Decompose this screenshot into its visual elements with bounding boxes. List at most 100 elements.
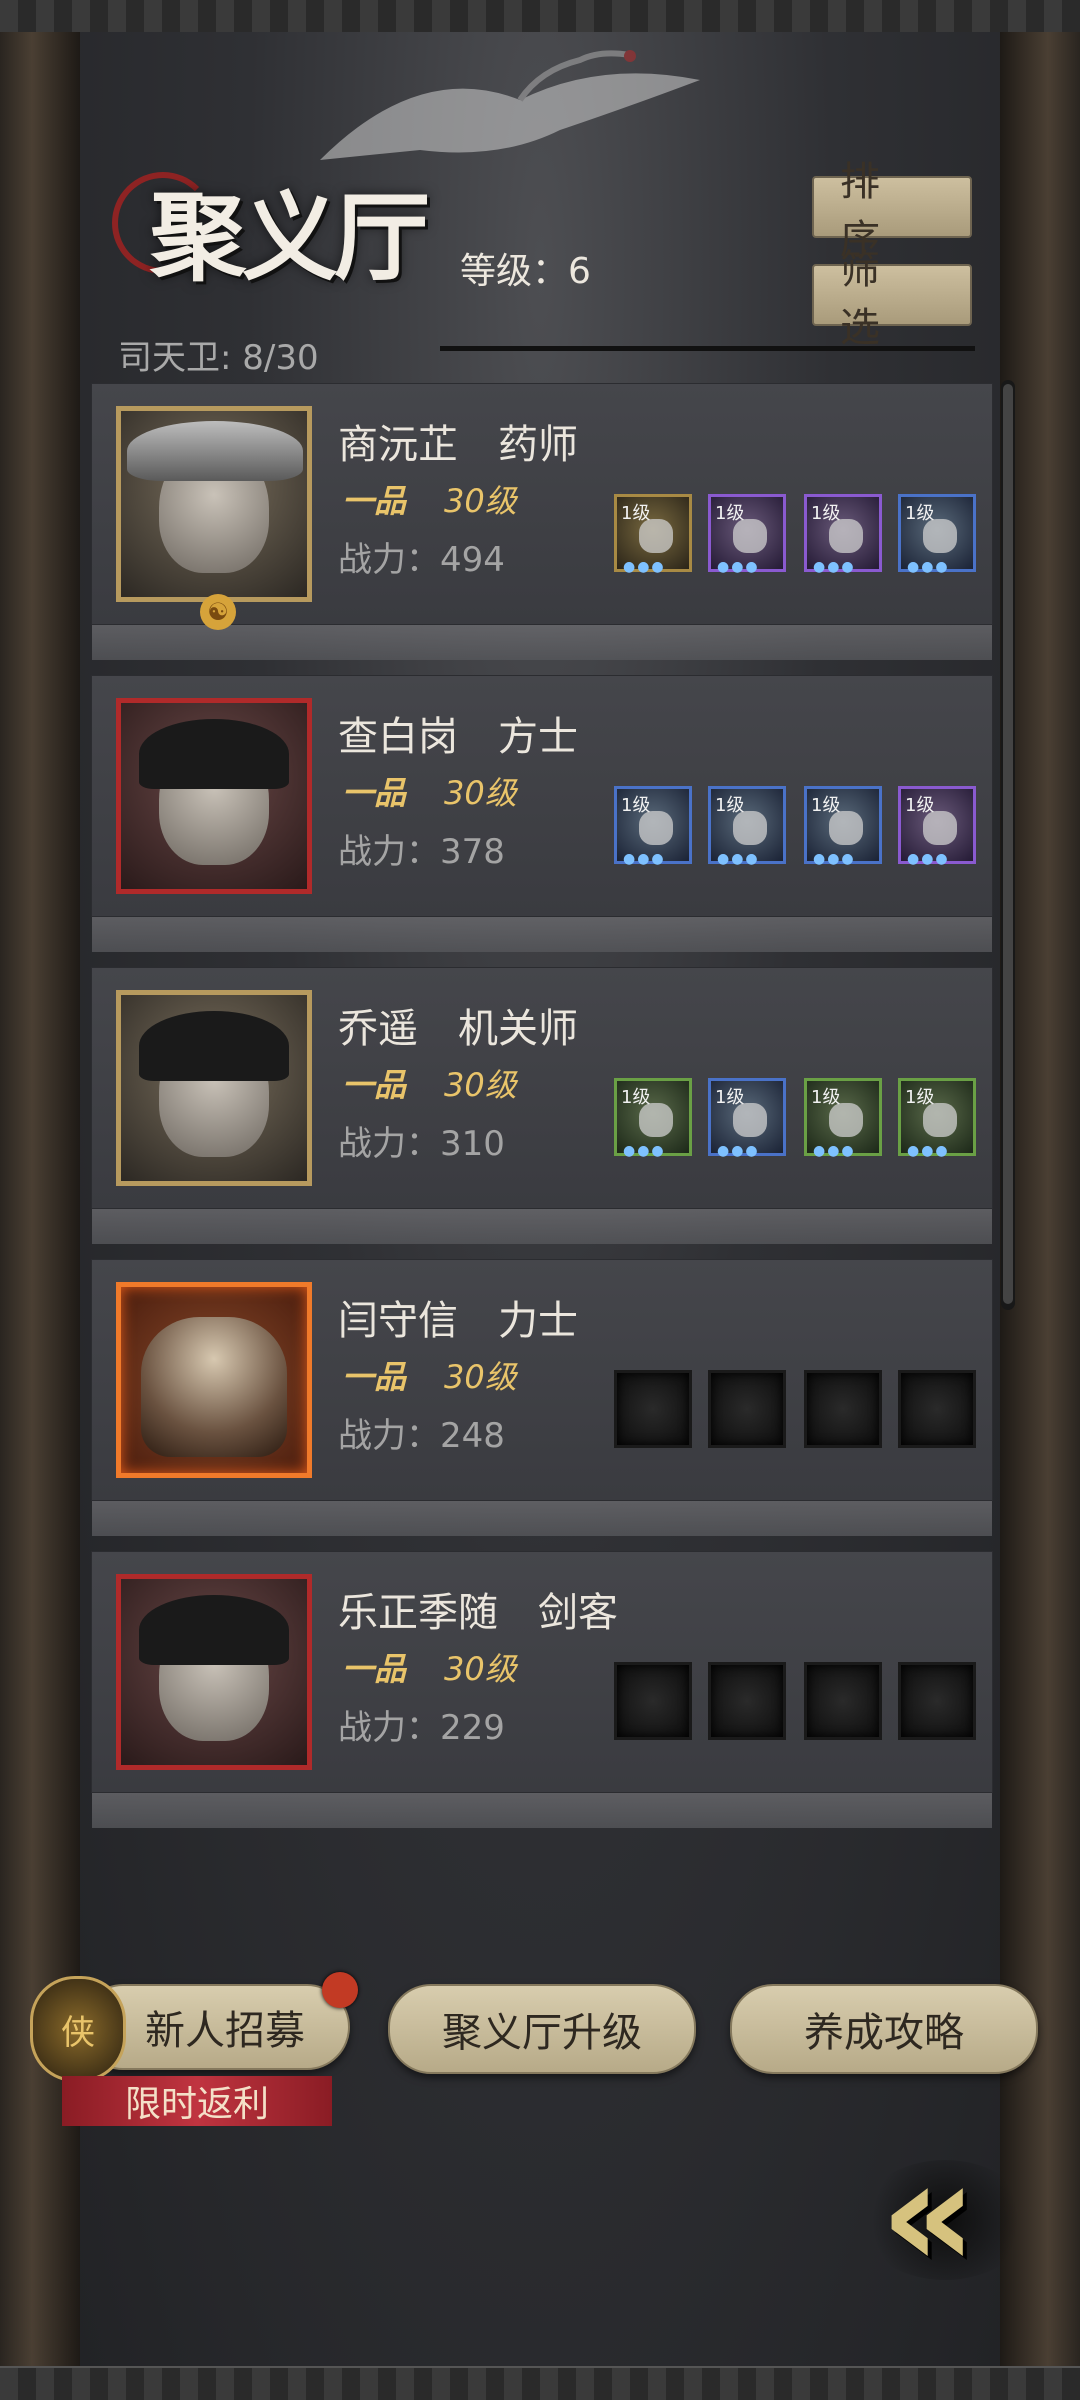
notification-dot: [322, 1972, 358, 2008]
filter-button[interactable]: 筛选: [812, 247, 972, 351]
empty-equipment-slot[interactable]: [614, 1370, 692, 1448]
hero-rank: 一品: [342, 1650, 407, 1688]
equipment-slot[interactable]: 1级 ●●●: [804, 1078, 882, 1159]
hero-level: 30级: [444, 774, 517, 812]
coin-necklace-icon: [923, 1103, 957, 1137]
equipment-slot[interactable]: 1级 ●●●: [898, 494, 976, 575]
fang-icon: [923, 811, 957, 845]
equipment-slot[interactable]: 1级 ●●●: [898, 1078, 976, 1159]
gem-dots-icon: ●●●: [717, 851, 760, 867]
header-divider: [440, 346, 975, 351]
coin-necklace-icon: [829, 1103, 863, 1137]
hero-name: 乐正季随 剑客: [338, 1590, 618, 1636]
scrollbar-thumb[interactable]: [1003, 384, 1013, 1304]
empty-equipment-slot[interactable]: [898, 1662, 976, 1740]
gem-dots-icon: ●●●: [623, 1143, 666, 1159]
blade-icon: [639, 811, 673, 845]
hero-level: 30级: [444, 482, 517, 520]
hair-figure: [139, 1595, 289, 1665]
hero-rank: 一品: [342, 774, 407, 812]
hero-power: 战力：229: [338, 1708, 505, 1748]
hero-card-mechanist[interactable]: 乔遥 机关师 一品 30级 战力：310 1级 ●●● 1级 ●●● 1级 ●●● 1级 ●●●: [92, 968, 992, 1208]
training-guide-button[interactable]: 养成攻略: [730, 1984, 1038, 2074]
gem-dots-icon: ●●●: [907, 559, 950, 575]
hero-portrait[interactable]: [116, 1282, 312, 1478]
hall-upgrade-button[interactable]: 聚义厅升级: [388, 1984, 696, 2074]
crossbow-icon: [639, 1103, 673, 1137]
gem-dots-icon: ●●●: [813, 851, 856, 867]
compass-icon: [829, 811, 863, 845]
card-separator: [92, 1792, 992, 1828]
element-badge-icon: ☯: [200, 594, 236, 630]
gem-dots-icon: ●●●: [717, 559, 760, 575]
equipment-slot[interactable]: 1级 ●●●: [614, 1078, 692, 1159]
hero-rank: 一品: [342, 1358, 407, 1396]
guard-count: 司天卫: 8/30: [118, 338, 319, 378]
empty-equipment-slot[interactable]: [898, 1370, 976, 1448]
empty-equipment-slot[interactable]: [804, 1662, 882, 1740]
equipment-slot[interactable]: 1级 ●●●: [614, 786, 692, 867]
hero-name: 闫守信 力士: [338, 1298, 578, 1344]
robe-icon: [733, 519, 767, 553]
hero-level: 30级: [444, 1650, 517, 1688]
equipment-slot[interactable]: 1级 ●●●: [804, 786, 882, 867]
hero-level: 30级: [444, 1066, 517, 1104]
armor-figure: [141, 1317, 287, 1457]
hero-card-strongman[interactable]: 闫守信 力士一品 30级战力：248: [92, 1260, 992, 1500]
bottom-frame: [0, 2366, 1080, 2400]
gem-dots-icon: ●●●: [907, 1143, 950, 1159]
hero-power: 战力：494: [338, 540, 505, 580]
equipment-slot[interactable]: 1级 ●●●: [898, 786, 976, 867]
sort-button[interactable]: 排序: [812, 159, 972, 263]
gem-dots-icon: ●●●: [717, 1143, 760, 1159]
hair-figure: [127, 421, 303, 481]
hero-power: 战力：248: [338, 1416, 505, 1456]
pouch-icon: [923, 519, 957, 553]
hero-portrait[interactable]: [116, 698, 312, 894]
gourd-icon: [639, 519, 673, 553]
equipment-slot[interactable]: 1级 ●●●: [708, 786, 786, 867]
limited-rebate-banner[interactable]: 限时返利: [62, 2076, 332, 2126]
hair-figure: [139, 719, 289, 789]
hero-rank: 一品: [342, 482, 407, 520]
gauntlet-icon: [829, 519, 863, 553]
hero-card-alchemist[interactable]: 查白岗 方士 一品 30级 战力：378 1级 ●●● 1级 ●●● 1级 ●●● 1级 ●●●: [92, 676, 992, 916]
armor-icon: [733, 811, 767, 845]
empty-equipment-slot[interactable]: [708, 1370, 786, 1448]
hero-name: 商沅芷 药师: [338, 422, 578, 468]
gem-dots-icon: ●●●: [907, 851, 950, 867]
gem-dots-icon: ●●●: [623, 559, 666, 575]
recruit-hero-icon[interactable]: 侠: [30, 1976, 126, 2082]
card-separator: [92, 1500, 992, 1536]
empty-equipment-slot[interactable]: [804, 1370, 882, 1448]
gem-dots-icon: ●●●: [813, 559, 856, 575]
card-separator: [92, 1208, 992, 1244]
hero-card-herbalist[interactable]: ☯ 商沅芷 药师 一品 30级 战力：494 1级 ●●● 1级 ●●● 1级 ●●● 1级 ●●●: [92, 384, 992, 630]
empty-equipment-slot[interactable]: [708, 1662, 786, 1740]
gem-dots-icon: ●●●: [623, 851, 666, 867]
page-title: 聚义厅: [150, 181, 430, 294]
equipment-slot[interactable]: 1级 ●●●: [614, 494, 692, 575]
hero-level: 30级: [444, 1358, 517, 1396]
equipment-slot[interactable]: 1级 ●●●: [804, 494, 882, 575]
hero-portrait[interactable]: [116, 1574, 312, 1770]
gem-dots-icon: ●●●: [813, 1143, 856, 1159]
double-chevron-left-icon[interactable]: «: [880, 2140, 1030, 2290]
equipment-slot[interactable]: 1级 ●●●: [708, 494, 786, 575]
empty-equipment-slot[interactable]: [614, 1662, 692, 1740]
hair-figure: [139, 1011, 289, 1081]
card-separator: [92, 624, 992, 660]
card-separator: [92, 916, 992, 952]
top-frame: [0, 0, 1080, 34]
hero-card-swordsman[interactable]: 乐正季随 剑客一品 30级战力：229: [92, 1552, 992, 1792]
equipment-slot[interactable]: 1级 ●●●: [708, 1078, 786, 1159]
hero-portrait[interactable]: [116, 406, 312, 602]
hero-name: 查白岗 方士: [338, 714, 578, 760]
hero-name: 乔遥 机关师: [338, 1006, 578, 1052]
hero-power: 战力：378: [338, 832, 505, 872]
robe-icon: [733, 1103, 767, 1137]
hero-portrait[interactable]: [116, 990, 312, 1186]
hero-rank: 一品: [342, 1066, 407, 1104]
hall-level: 等级：6: [460, 251, 591, 292]
hero-power: 战力：310: [338, 1124, 505, 1164]
